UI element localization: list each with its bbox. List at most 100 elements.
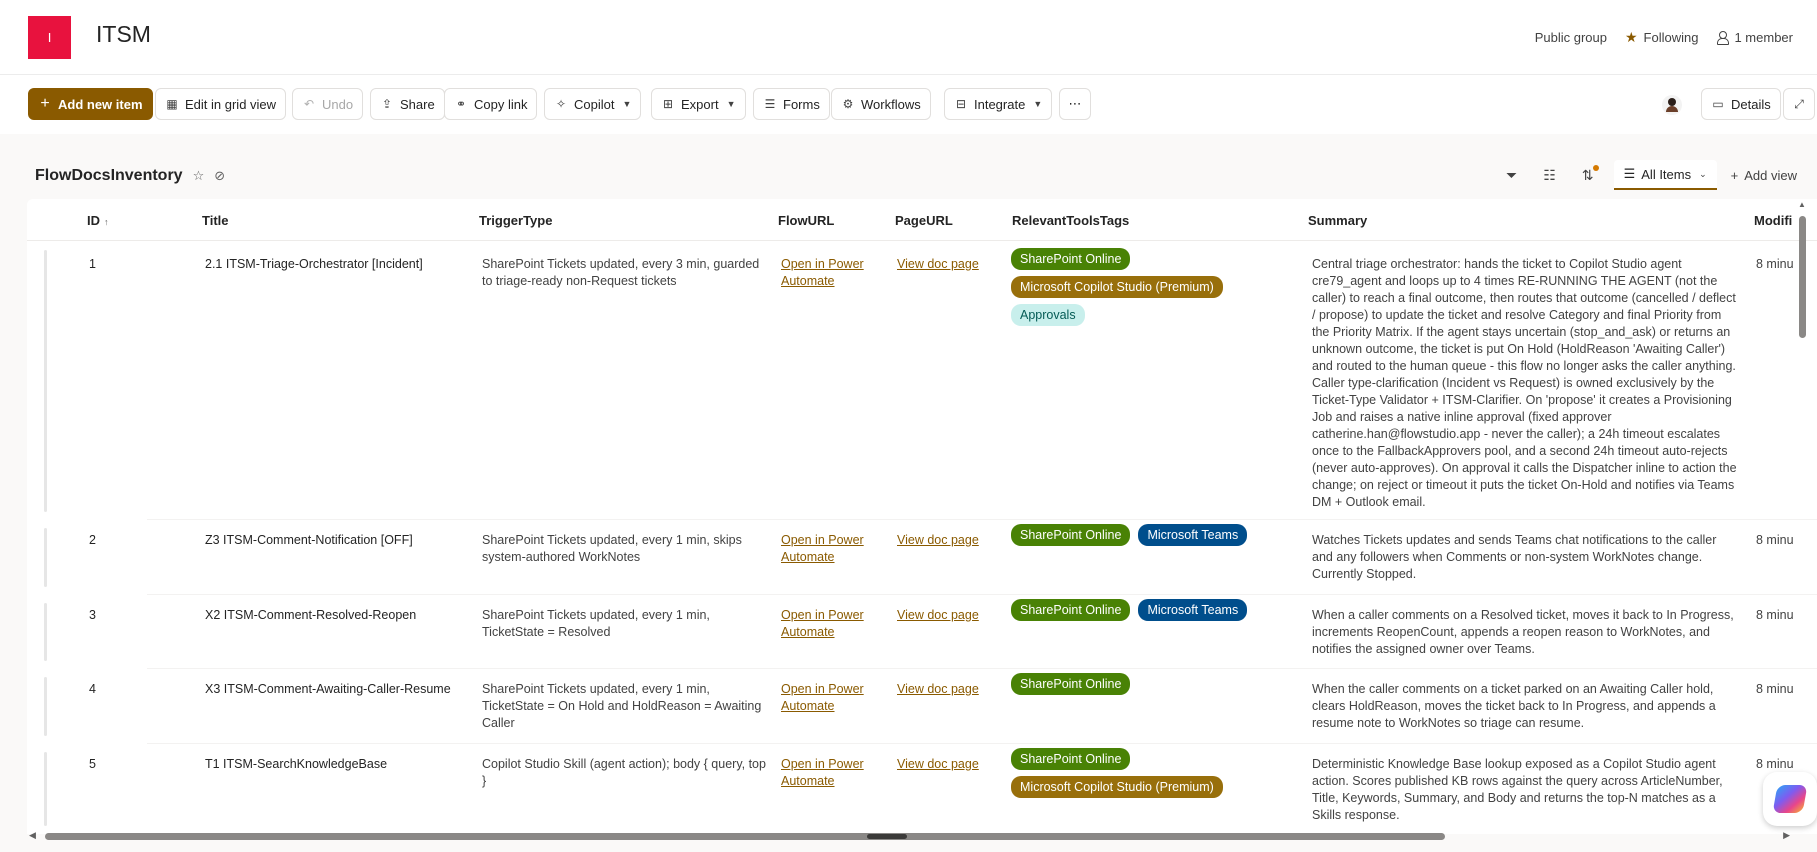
expand-button[interactable]: ⤢ (1783, 88, 1815, 120)
column-header-tags[interactable]: RelevantToolsTags (1012, 213, 1129, 228)
copilot-chat-button[interactable] (1763, 772, 1817, 826)
filter-icon[interactable]: ⏷ (1500, 167, 1524, 184)
members-button[interactable]: 1 member (1716, 30, 1793, 45)
flow-url-link[interactable]: Open in Power Automate (781, 532, 881, 566)
scroll-up-arrow-icon[interactable]: ▲ (1798, 200, 1806, 209)
page-url-link[interactable]: View doc page (897, 756, 979, 773)
flow-url-link[interactable]: Open in Power Automate (781, 256, 881, 290)
share-button[interactable]: ⇪ Share (370, 88, 445, 120)
following-button[interactable]: ★ Following (1625, 29, 1698, 46)
integrate-label: Integrate (974, 96, 1026, 112)
favorite-star-icon[interactable]: ☆ (193, 168, 205, 184)
row-modified: 8 minu (1756, 757, 1794, 771)
tag-copilot-studio[interactable]: Microsoft Copilot Studio (Premium) (1011, 276, 1223, 298)
table-row[interactable]: 2 Z3 ITSM-Comment-Notification [OFF] Sha… (27, 520, 1817, 595)
integrate-button[interactable]: ⊟ Integrate ▼ (944, 88, 1053, 120)
table-row[interactable]: 5 T1 ITSM-SearchKnowledgeBase Copilot St… (27, 744, 1817, 834)
tag-sharepoint-online[interactable]: SharePoint Online (1011, 524, 1131, 546)
row-selector[interactable] (44, 528, 47, 587)
sort-icon[interactable]: ⇅ (1576, 164, 1600, 184)
row-trigger: SharePoint Tickets updated, every 1 min,… (482, 608, 710, 639)
copilot-label: Copilot (574, 96, 615, 112)
add-view-button[interactable]: + Add view (1731, 168, 1797, 183)
row-title[interactable]: X2 ITSM-Comment-Resolved-Reopen (205, 607, 465, 624)
row-summary: When a caller comments on a Resolved tic… (1312, 608, 1734, 656)
chevron-down-icon: ⌄ (1699, 168, 1707, 179)
row-title[interactable]: Z3 ITSM-Comment-Notification [OFF] (205, 532, 465, 549)
column-header-modified[interactable]: Modifi (1754, 213, 1792, 228)
site-title[interactable]: ITSM (96, 21, 151, 48)
forms-button[interactable]: ☰ Forms (753, 88, 830, 120)
undo-label: Undo (322, 96, 354, 112)
tag-sharepoint-online[interactable]: SharePoint Online (1011, 599, 1131, 621)
scroll-grip[interactable] (867, 834, 907, 839)
tag-sharepoint-online[interactable]: SharePoint Online (1011, 248, 1131, 270)
list-title[interactable]: FlowDocsInventory (35, 167, 183, 185)
grid-header: ID ↑ Title TriggerType FlowURL PageURL Re… (27, 199, 1817, 241)
table-row[interactable]: 4 X3 ITSM-Comment-Awaiting-Caller-Resume… (27, 669, 1817, 744)
members-label: 1 member (1734, 30, 1793, 45)
row-title[interactable]: 2.1 ITSM-Triage-Orchestrator [Incident] (205, 256, 465, 273)
export-label: Export (681, 96, 719, 112)
row-selector[interactable] (44, 752, 47, 826)
flow-url-link[interactable]: Open in Power Automate (781, 681, 881, 715)
edit-grid-view-button[interactable]: ▦ Edit in grid view (155, 88, 287, 120)
page-url-link[interactable]: View doc page (897, 532, 979, 549)
row-selector[interactable] (44, 250, 47, 512)
scroll-left-arrow-icon[interactable]: ◀ (29, 830, 36, 841)
page-url-link[interactable]: View doc page (897, 607, 979, 624)
copilot-icon: ✧ (555, 97, 567, 111)
add-new-item-button[interactable]: + Add new item (28, 88, 153, 120)
table-row[interactable]: 3 X2 ITSM-Comment-Resolved-Reopen ShareP… (27, 595, 1817, 669)
tag-copilot-studio[interactable]: Microsoft Copilot Studio (Premium) (1011, 776, 1223, 798)
copilot-button[interactable]: ✧ Copilot ▼ (544, 88, 642, 120)
flow-url-link[interactable]: Open in Power Automate (781, 607, 881, 641)
page-url-link[interactable]: View doc page (897, 681, 979, 698)
row-tags: SharePoint Online Microsoft Copilot Stud… (1011, 748, 1261, 798)
tag-approvals[interactable]: Approvals (1011, 304, 1085, 326)
edit-grid-label: Edit in grid view (185, 96, 277, 112)
tag-sharepoint-online[interactable]: SharePoint Online (1011, 748, 1131, 770)
share-icon: ⇪ (381, 97, 393, 111)
scroll-right-arrow-icon[interactable]: ▶ (1783, 830, 1790, 841)
group-by-icon[interactable]: ☷ (1538, 167, 1562, 184)
vertical-scrollbar[interactable]: ▲ (1797, 200, 1807, 833)
list-area: FlowDocsInventory ☆ ⊘ ⏷ ☷ ⇅ ☰ All Items … (0, 134, 1817, 852)
flow-url-link[interactable]: Open in Power Automate (781, 756, 881, 790)
column-header-id[interactable]: ID ↑ (87, 213, 109, 228)
tag-sharepoint-online[interactable]: SharePoint Online (1011, 673, 1131, 695)
export-button[interactable]: ⊞ Export ▼ (651, 88, 746, 120)
undo-button[interactable]: ↶ Undo (292, 88, 364, 120)
table-row[interactable]: 1 2.1 ITSM-Triage-Orchestrator [Incident… (27, 242, 1817, 520)
tag-microsoft-teams[interactable]: Microsoft Teams (1138, 599, 1248, 621)
more-icon: ⋯ (1068, 96, 1082, 111)
user-avatar[interactable] (1662, 95, 1682, 115)
view-selector[interactable]: ☰ All Items ⌄ (1613, 160, 1717, 190)
vertical-scroll-thumb[interactable] (1799, 216, 1806, 338)
column-header-summary[interactable]: Summary (1308, 213, 1367, 228)
more-options-button[interactable]: ⋯ (1059, 88, 1091, 120)
site-logo[interactable]: I (28, 16, 71, 59)
tag-microsoft-teams[interactable]: Microsoft Teams (1138, 524, 1248, 546)
column-header-title[interactable]: Title (202, 213, 229, 228)
horizontal-scroll-thumb[interactable] (45, 833, 1445, 840)
column-header-pageurl[interactable]: PageURL (895, 213, 953, 228)
column-header-triggertype[interactable]: TriggerType (479, 213, 552, 228)
workflows-button[interactable]: ⚙ Workflows (831, 88, 931, 120)
page-url-link[interactable]: View doc page (897, 256, 979, 273)
list-title-bar: FlowDocsInventory ☆ ⊘ (35, 167, 225, 185)
list-status-icon[interactable]: ⊘ (214, 168, 225, 184)
row-selector[interactable] (44, 677, 47, 736)
copy-link-button[interactable]: ⚭ Copy link (444, 88, 538, 120)
row-modified: 8 minu (1756, 682, 1794, 696)
horizontal-scrollbar[interactable]: ◀ ▶ (27, 830, 1790, 842)
row-id: 5 (89, 757, 96, 771)
row-title[interactable]: T1 ITSM-SearchKnowledgeBase (205, 756, 465, 773)
sort-ascending-icon: ↑ (104, 217, 109, 227)
row-selector[interactable] (44, 603, 47, 661)
details-button[interactable]: ▭ Details (1701, 88, 1781, 120)
row-title[interactable]: X3 ITSM-Comment-Awaiting-Caller-Resume (205, 681, 465, 698)
column-header-flowurl[interactable]: FlowURL (778, 213, 834, 228)
star-filled-icon: ★ (1624, 29, 1638, 45)
person-icon (1716, 31, 1730, 45)
